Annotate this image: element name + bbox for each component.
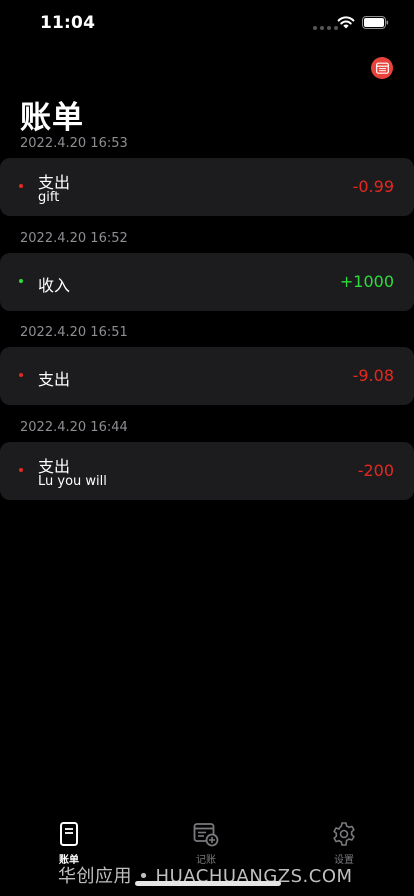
- date-header: 2022.4.20 16:52: [20, 231, 128, 246]
- calendar-icon: [375, 62, 389, 74]
- expense-dot-icon: [19, 184, 23, 188]
- transaction-type: 收入: [38, 276, 71, 295]
- expense-dot-icon: [19, 373, 23, 377]
- income-dot-icon: [19, 279, 23, 283]
- transaction-note: gift: [38, 190, 60, 205]
- cellular-signal-icon: [313, 26, 338, 30]
- transaction-card[interactable]: 收入 +1000: [0, 253, 414, 311]
- status-time: 11:04: [40, 13, 96, 33]
- transaction-card[interactable]: 支出 gift -0.99: [0, 158, 414, 216]
- page-title: 账单: [20, 100, 84, 136]
- gear-icon: [333, 822, 355, 846]
- add-record-icon: [193, 823, 219, 847]
- status-bar: 11:04: [0, 0, 414, 44]
- home-indicator[interactable]: [135, 881, 281, 886]
- transaction-card[interactable]: 支出 -9.08: [0, 347, 414, 405]
- transaction-note: Lu you will: [38, 474, 107, 489]
- calendar-button[interactable]: [371, 57, 393, 79]
- transaction-amount: +1000: [339, 272, 394, 291]
- transaction-amount: -0.99: [352, 177, 394, 196]
- date-header: 2022.4.20 16:51: [20, 325, 128, 340]
- transaction-amount: -200: [357, 461, 394, 480]
- wifi-icon: [337, 16, 355, 29]
- document-icon: [60, 822, 78, 846]
- tab-add-record[interactable]: 记账: [176, 815, 236, 867]
- tab-bills[interactable]: 账单: [39, 815, 99, 867]
- transaction-type: 支出: [38, 370, 71, 389]
- expense-dot-icon: [19, 468, 23, 472]
- transaction-amount: -9.08: [352, 366, 394, 385]
- date-header: 2022.4.20 16:44: [20, 420, 128, 435]
- tab-settings[interactable]: 设置: [314, 815, 374, 867]
- battery-icon: [362, 16, 389, 29]
- date-header: 2022.4.20 16:53: [20, 136, 128, 151]
- transaction-card[interactable]: 支出 Lu you will -200: [0, 442, 414, 500]
